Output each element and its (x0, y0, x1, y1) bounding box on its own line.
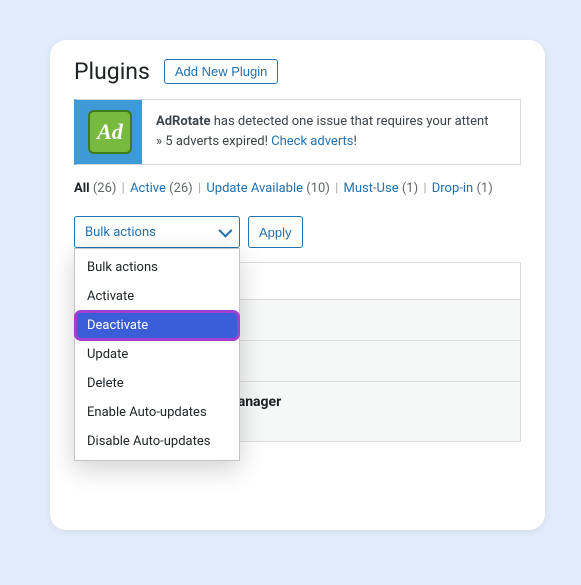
filter-label: Update Available (206, 181, 303, 196)
filter-label: Must-Use (343, 181, 398, 196)
filter-active[interactable]: Active (26) (130, 181, 193, 196)
apply-button[interactable]: Apply (248, 216, 303, 248)
bulk-option-update[interactable]: Update (75, 340, 239, 369)
filter-label: Active (130, 181, 166, 196)
bulk-actions-dropdown[interactable]: Bulk actionsActivateDeactivateUpdateDele… (74, 248, 240, 461)
notice-text: AdRotate has detected one issue that req… (142, 100, 502, 164)
filter-label: Drop-in (432, 181, 473, 196)
add-new-plugin-button[interactable]: Add New Plugin (164, 59, 279, 84)
page-header: Plugins Add New Plugin (74, 58, 521, 85)
filter-count: (26) (169, 181, 193, 196)
filter-drop-in[interactable]: Drop-in (1) (432, 181, 493, 196)
bulk-actions-select[interactable]: Bulk actions (74, 216, 240, 248)
notice-icon-wrap: Ad (78, 100, 142, 164)
adrotate-notice: Ad AdRotate has detected one issue that … (74, 99, 521, 165)
filter-count: (26) (93, 181, 117, 196)
filter-separator: | (116, 181, 130, 196)
notice-strong: AdRotate (156, 114, 211, 129)
bulk-actions-selected: Bulk actions (85, 225, 156, 240)
plugins-card: Plugins Add New Plugin Ad AdRotate has d… (50, 40, 545, 530)
notice-line2-suffix: ! (354, 134, 357, 149)
filter-count: (1) (476, 181, 492, 196)
page-title: Plugins (74, 58, 150, 85)
filter-must-use[interactable]: Must-Use (1) (343, 181, 418, 196)
check-adverts-link[interactable]: Check adverts (271, 134, 353, 149)
notice-line2-prefix: » 5 adverts expired! (156, 134, 271, 149)
chevron-down-icon (218, 224, 232, 238)
filter-separator: | (418, 181, 432, 196)
bulk-option-enable-auto-updates[interactable]: Enable Auto-updates (75, 398, 239, 427)
bulk-actions-row: Bulk actions Apply Bulk actionsActivateD… (74, 216, 521, 248)
filter-count: (1) (402, 181, 418, 196)
filter-separator: | (193, 181, 207, 196)
bulk-option-activate[interactable]: Activate (75, 282, 239, 311)
filter-count: (10) (306, 181, 330, 196)
bulk-option-disable-auto-updates[interactable]: Disable Auto-updates (75, 427, 239, 456)
bulk-option-delete[interactable]: Delete (75, 369, 239, 398)
filter-separator: | (330, 181, 344, 196)
bulk-option-deactivate[interactable]: Deactivate (75, 311, 239, 340)
adrotate-logo-icon: Ad (88, 110, 132, 154)
filter-label: All (74, 181, 90, 196)
filter-all[interactable]: All (26) (74, 181, 116, 196)
filter-links: All (26) | Active (26) | Update Availabl… (74, 181, 521, 196)
filter-update-available[interactable]: Update Available (10) (206, 181, 330, 196)
notice-line1: has detected one issue that requires you… (211, 114, 489, 129)
bulk-option-bulk-actions[interactable]: Bulk actions (75, 253, 239, 282)
